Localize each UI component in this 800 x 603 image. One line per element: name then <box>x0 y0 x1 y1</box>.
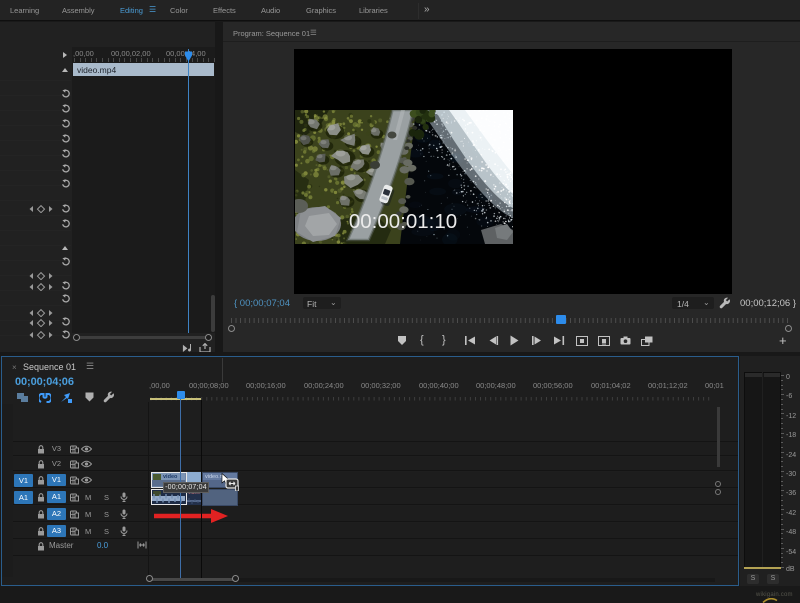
svg-text:00:00:01:10: 00:00:01:10 <box>349 210 457 233</box>
